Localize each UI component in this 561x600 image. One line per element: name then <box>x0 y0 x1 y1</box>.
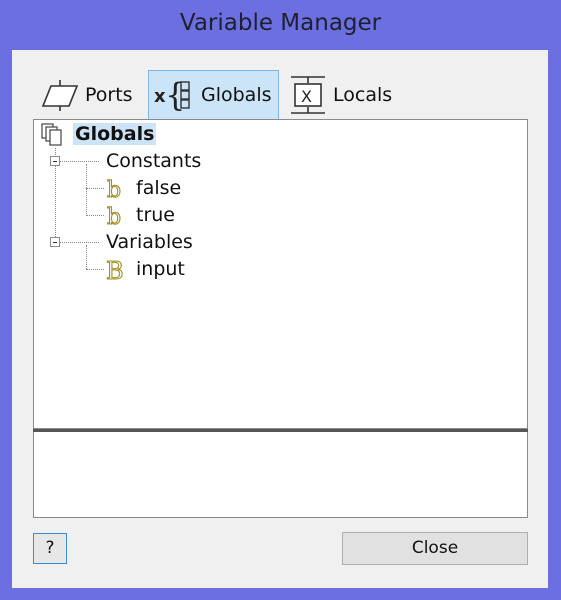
description-panel <box>33 432 528 518</box>
variable-manager-window: Variable Manager Ports x {Globals X Loc… <box>0 0 561 600</box>
tree-group-constants[interactable]: Constants <box>106 150 201 172</box>
tab-globals[interactable]: x { Globals <box>148 70 279 119</box>
tab-ports[interactable]: Ports <box>37 71 141 119</box>
tree-line <box>86 269 104 270</box>
tree-root-globals[interactable]: Globals <box>73 123 157 145</box>
tab-locals-label: Locals <box>333 84 393 106</box>
window-title: Variable Manager <box>179 10 382 36</box>
tab-globals-label: Globals <box>201 84 272 106</box>
tab-locals[interactable]: X Locals <box>285 71 405 119</box>
tree-line <box>86 245 87 269</box>
tree-item-false[interactable]: false <box>136 177 181 199</box>
tree-line <box>86 215 104 216</box>
tree-line <box>86 164 87 214</box>
globals-tree[interactable]: Globals Constants b false b true Variabl… <box>33 119 528 429</box>
collapse-variables-toggle[interactable] <box>50 237 60 247</box>
help-button[interactable]: ? <box>33 533 67 564</box>
globals-root-icon <box>41 123 65 151</box>
tree-line <box>57 242 99 243</box>
tree-item-true[interactable]: true <box>136 204 175 226</box>
tab-ports-label: Ports <box>85 84 133 106</box>
tree-group-variables[interactable]: Variables <box>106 231 193 253</box>
dialog-client-area: Ports x { Globals X Locals Globals Const… <box>12 50 548 588</box>
locals-icon: X <box>289 74 327 116</box>
boolean-constant-icon: b <box>106 204 126 231</box>
tree-line <box>86 188 104 189</box>
svg-text:B: B <box>106 258 124 282</box>
collapse-constants-toggle[interactable] <box>50 156 60 166</box>
svg-text:b: b <box>107 205 121 227</box>
tree-item-input[interactable]: input <box>136 258 185 280</box>
tab-bar: Ports x { Globals X Locals <box>33 70 553 119</box>
close-button[interactable]: Close <box>342 532 528 565</box>
globals-icon: x { <box>153 76 195 114</box>
svg-text:b: b <box>107 178 121 200</box>
ports-icon <box>41 78 79 112</box>
svg-text:X: X <box>301 87 312 106</box>
tree-line <box>57 161 99 162</box>
boolean-variable-icon: B <box>105 256 130 286</box>
boolean-constant-icon: b <box>106 177 126 204</box>
